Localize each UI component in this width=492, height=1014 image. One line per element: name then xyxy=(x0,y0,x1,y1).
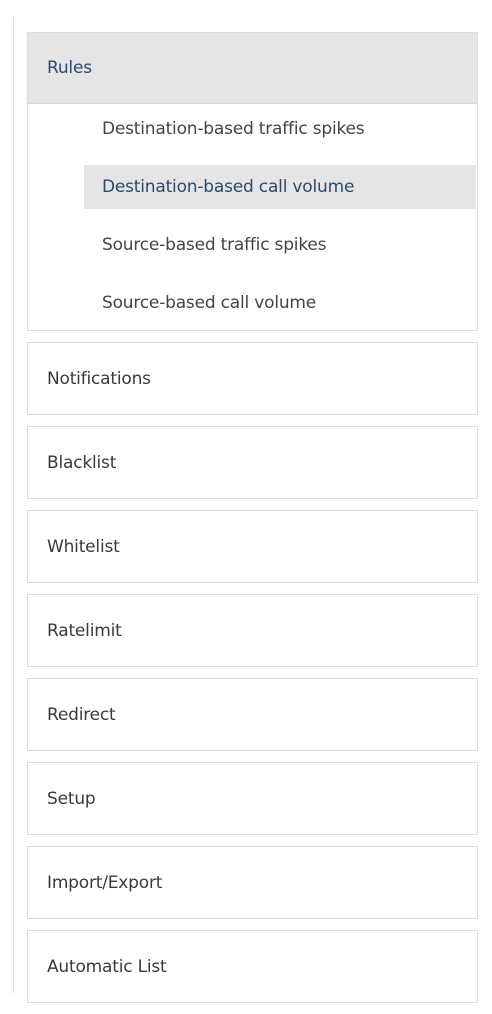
menu-header-automatic-list[interactable]: Automatic List xyxy=(28,931,477,1002)
menu-group-blacklist: Blacklist xyxy=(27,426,478,499)
menu-group-setup: Setup xyxy=(27,762,478,835)
sidebar-divider xyxy=(13,18,14,993)
menu-group-ratelimit: Ratelimit xyxy=(27,594,478,667)
menu-group-notifications: Notifications xyxy=(27,342,478,415)
menu-group-rules: Rules Destination-based traffic spikes D… xyxy=(27,32,478,331)
menu-group-import-export: Import/Export xyxy=(27,846,478,919)
menu-group-whitelist: Whitelist xyxy=(27,510,478,583)
menu-header-blacklist[interactable]: Blacklist xyxy=(28,427,477,498)
submenu-item-destination-traffic-spikes[interactable]: Destination-based traffic spikes xyxy=(84,107,476,151)
submenu-item-destination-call-volume[interactable]: Destination-based call volume xyxy=(84,165,476,209)
menu-header-import-export[interactable]: Import/Export xyxy=(28,847,477,918)
menu-group-automatic-list: Automatic List xyxy=(27,930,478,1003)
accordion-menu: Rules Destination-based traffic spikes D… xyxy=(27,32,478,1014)
menu-header-redirect[interactable]: Redirect xyxy=(28,679,477,750)
menu-header-ratelimit[interactable]: Ratelimit xyxy=(28,595,477,666)
menu-header-whitelist[interactable]: Whitelist xyxy=(28,511,477,582)
menu-header-setup[interactable]: Setup xyxy=(28,763,477,834)
menu-group-redirect: Redirect xyxy=(27,678,478,751)
menu-header-notifications[interactable]: Notifications xyxy=(28,343,477,414)
rules-submenu: Destination-based traffic spikes Destina… xyxy=(28,104,477,325)
submenu-item-source-call-volume[interactable]: Source-based call volume xyxy=(84,281,476,325)
submenu-item-source-traffic-spikes[interactable]: Source-based traffic spikes xyxy=(84,223,476,267)
menu-header-rules[interactable]: Rules xyxy=(28,33,477,104)
